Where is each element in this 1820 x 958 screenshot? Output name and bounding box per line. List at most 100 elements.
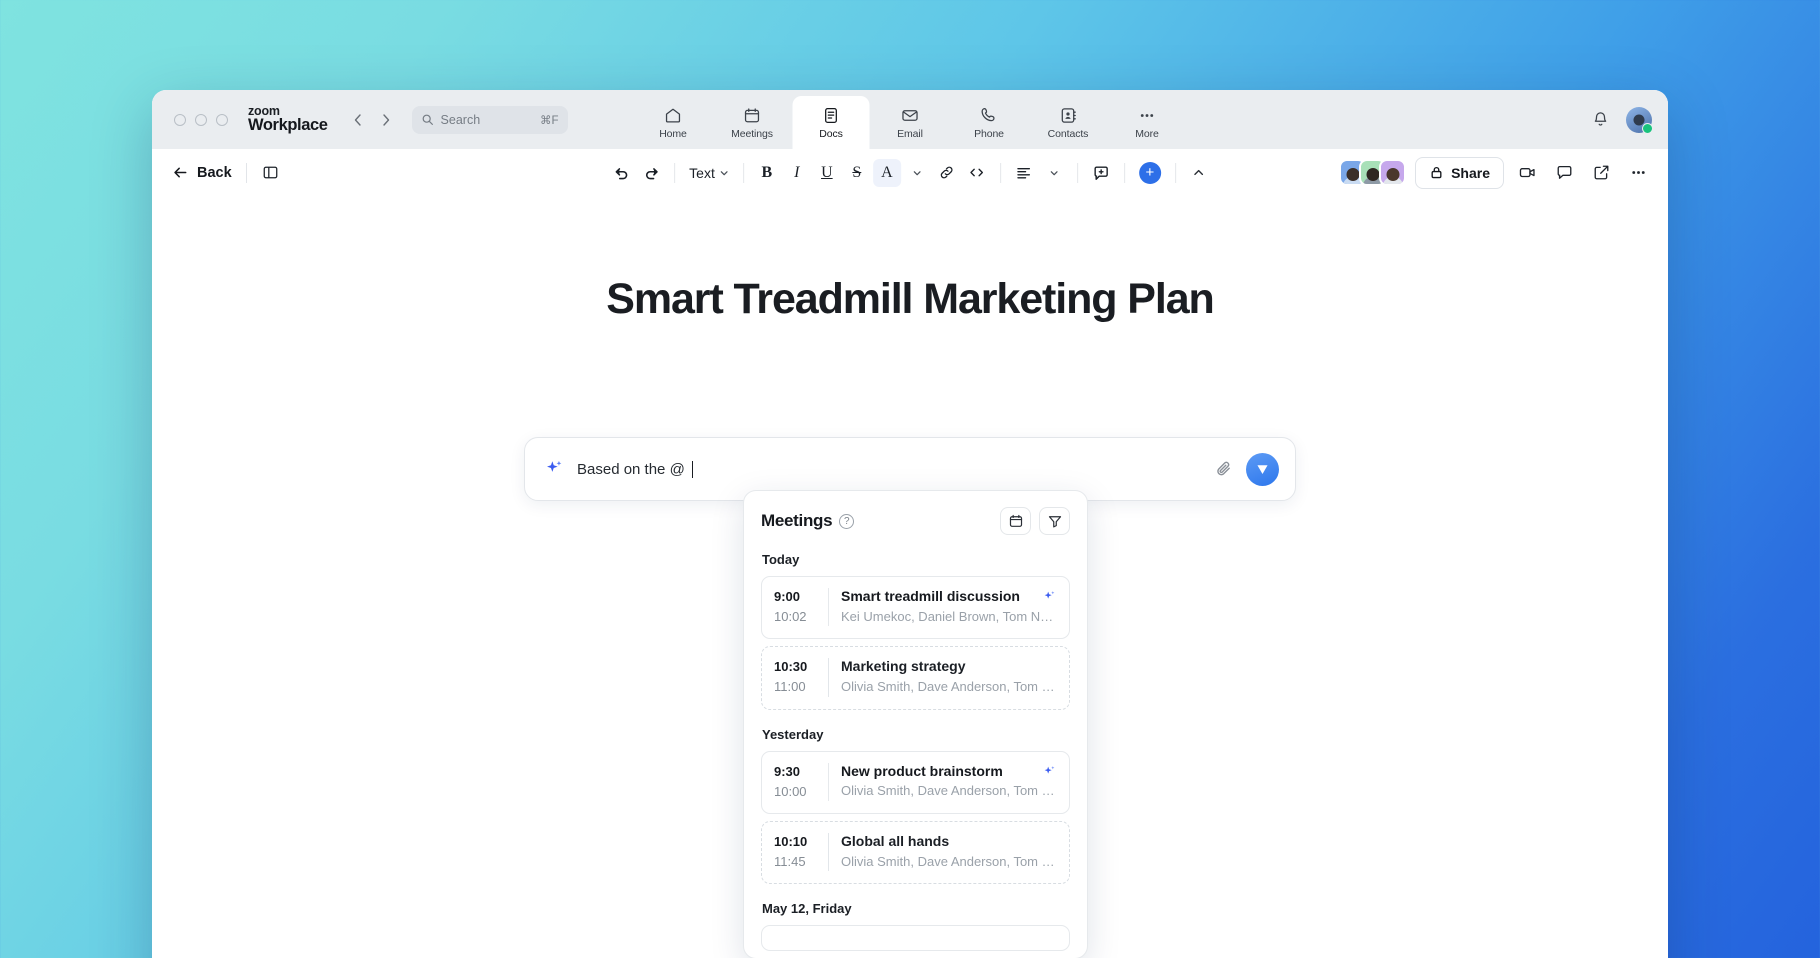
bold-label: B (762, 164, 773, 182)
link-icon[interactable] (933, 159, 961, 187)
meeting-details: Global all hands Olivia Smith, Dave Ande… (841, 832, 1057, 872)
collaborator-avatars[interactable] (1339, 159, 1406, 186)
avatar[interactable] (1379, 159, 1406, 186)
text-style-dropdown[interactable]: Text (684, 159, 734, 187)
minimize-window-button[interactable] (195, 114, 207, 126)
nav-tab-more[interactable]: More (1109, 96, 1186, 149)
envelope-icon (901, 106, 920, 125)
avatar-head (1386, 168, 1399, 181)
meeting-details: New product brainstorm Olivia Smith, Dav… (841, 762, 1057, 802)
meeting-start-time: 9:30 (774, 762, 816, 782)
meeting-group-label: Today (762, 552, 1070, 567)
chevron-down-icon (1049, 168, 1059, 178)
nav-tab-docs[interactable]: Docs (793, 96, 870, 149)
meetings-dropdown-actions (1000, 507, 1070, 535)
meeting-participants: Olivia Smith, Dave Anderson, Tom Nguyen.… (841, 852, 1057, 872)
document-toolbar: Back Text B (152, 149, 1668, 197)
ai-sparkle-icon (1034, 764, 1057, 779)
filter-icon[interactable] (1039, 507, 1070, 535)
text-color-button[interactable]: A (873, 159, 901, 187)
strikethrough-button[interactable]: S (843, 159, 871, 187)
italic-button[interactable]: I (783, 159, 811, 187)
titlebar-right-actions (1591, 107, 1652, 133)
underline-button[interactable]: U (813, 159, 841, 187)
nav-tab-contacts[interactable]: Contacts (1030, 96, 1107, 149)
meeting-title-row: Marketing strategy (841, 657, 1057, 677)
paperclip-icon[interactable] (1214, 459, 1234, 479)
avatar-face (1634, 115, 1645, 126)
bell-icon[interactable] (1591, 110, 1610, 129)
app-logo: zoom Workplace (248, 105, 328, 135)
meeting-start-time: 10:10 (774, 832, 816, 852)
maximize-window-button[interactable] (216, 114, 228, 126)
strikethrough-label: S (852, 164, 861, 182)
meeting-participants: Kei Umekoc, Daniel Brown, Tom Nguyen... (841, 607, 1057, 627)
nav-tab-phone-label: Phone (974, 128, 1004, 140)
meeting-list-item[interactable]: 10:30 11:00 Marketing strategy Olivia Sm… (761, 646, 1070, 709)
chevron-up-icon[interactable] (1185, 159, 1213, 187)
meeting-participants: Olivia Smith, Dave Anderson, Tom Nguyen.… (841, 781, 1057, 801)
window-controls[interactable] (174, 114, 228, 126)
ai-send-button[interactable] (1246, 453, 1279, 486)
avatar[interactable] (1626, 107, 1652, 133)
chat-bubble-icon[interactable] (1550, 159, 1578, 187)
meeting-list-item[interactable]: 9:30 10:00 New product brainstorm Olivia… (761, 751, 1070, 814)
help-circle-icon[interactable]: ? (839, 514, 854, 529)
meeting-list-item[interactable]: 10:10 11:45 Global all hands Olivia Smit… (761, 821, 1070, 884)
sidebar-panel-icon[interactable] (257, 159, 285, 187)
back-button[interactable]: Back (168, 160, 236, 185)
video-camera-icon[interactable] (1513, 159, 1541, 187)
main-navigation-tabs: Home Meetings Docs Email (635, 96, 1186, 149)
meeting-end-time: 10:02 (774, 607, 816, 627)
meeting-list-item[interactable]: 9:00 10:02 Smart treadmill discussion Ke… (761, 576, 1070, 639)
meeting-time: 9:00 10:02 (774, 587, 816, 627)
ellipsis-icon[interactable] (1624, 159, 1652, 187)
search-placeholder: Search (441, 113, 533, 127)
calendar-icon[interactable] (1000, 507, 1031, 535)
item-divider (828, 833, 829, 871)
meeting-end-time: 10:00 (774, 782, 816, 802)
add-comment-icon[interactable] (1087, 159, 1115, 187)
nav-tab-email[interactable]: Email (872, 96, 949, 149)
formatting-toolbar: Text B I U S A (607, 159, 1213, 187)
external-link-icon[interactable] (1587, 159, 1615, 187)
nav-tab-home[interactable]: Home (635, 96, 712, 149)
search-icon (421, 113, 434, 126)
search-input[interactable]: Search ⌘F (412, 106, 568, 134)
toolbar-right-group: Share (1339, 157, 1652, 189)
search-shortcut: ⌘F (540, 113, 559, 127)
meeting-details: Marketing strategy Olivia Smith, Dave An… (841, 657, 1057, 697)
toolbar-divider (743, 163, 744, 183)
bold-button[interactable]: B (753, 159, 781, 187)
avatar-head (1346, 168, 1359, 181)
nav-tab-email-label: Email (897, 128, 923, 140)
meeting-list-item[interactable] (761, 925, 1070, 951)
text-color-dropdown[interactable] (903, 159, 931, 187)
back-button-label: Back (197, 165, 232, 181)
insert-button[interactable]: + (1134, 159, 1166, 187)
code-icon[interactable] (963, 159, 991, 187)
align-dropdown[interactable] (1040, 159, 1068, 187)
chevron-right-icon[interactable] (378, 112, 394, 128)
nav-tab-phone[interactable]: Phone (951, 96, 1028, 149)
align-left-icon[interactable] (1010, 159, 1038, 187)
toolbar-divider (1000, 163, 1001, 183)
share-button[interactable]: Share (1415, 157, 1504, 189)
contacts-icon (1059, 106, 1078, 125)
nav-tab-contacts-label: Contacts (1048, 128, 1089, 140)
close-window-button[interactable] (174, 114, 186, 126)
ai-sparkle-icon (543, 458, 565, 480)
nav-tab-more-label: More (1135, 128, 1159, 140)
calendar-icon (743, 106, 762, 125)
redo-icon[interactable] (637, 159, 665, 187)
ai-prompt-input[interactable]: Based on the @ (577, 461, 1202, 478)
chevron-down-icon (719, 168, 729, 178)
toolbar-divider (246, 163, 247, 183)
nav-tab-meetings[interactable]: Meetings (714, 96, 791, 149)
meetings-dropdown-header: Meetings ? (761, 507, 1070, 535)
chevron-left-icon[interactable] (350, 112, 366, 128)
undo-icon[interactable] (607, 159, 635, 187)
meeting-participants: Olivia Smith, Dave Anderson, Tom Nguyen.… (841, 677, 1057, 697)
meetings-dropdown-title: Meetings (761, 511, 832, 531)
page-title[interactable]: Smart Treadmill Marketing Plan (152, 275, 1668, 324)
